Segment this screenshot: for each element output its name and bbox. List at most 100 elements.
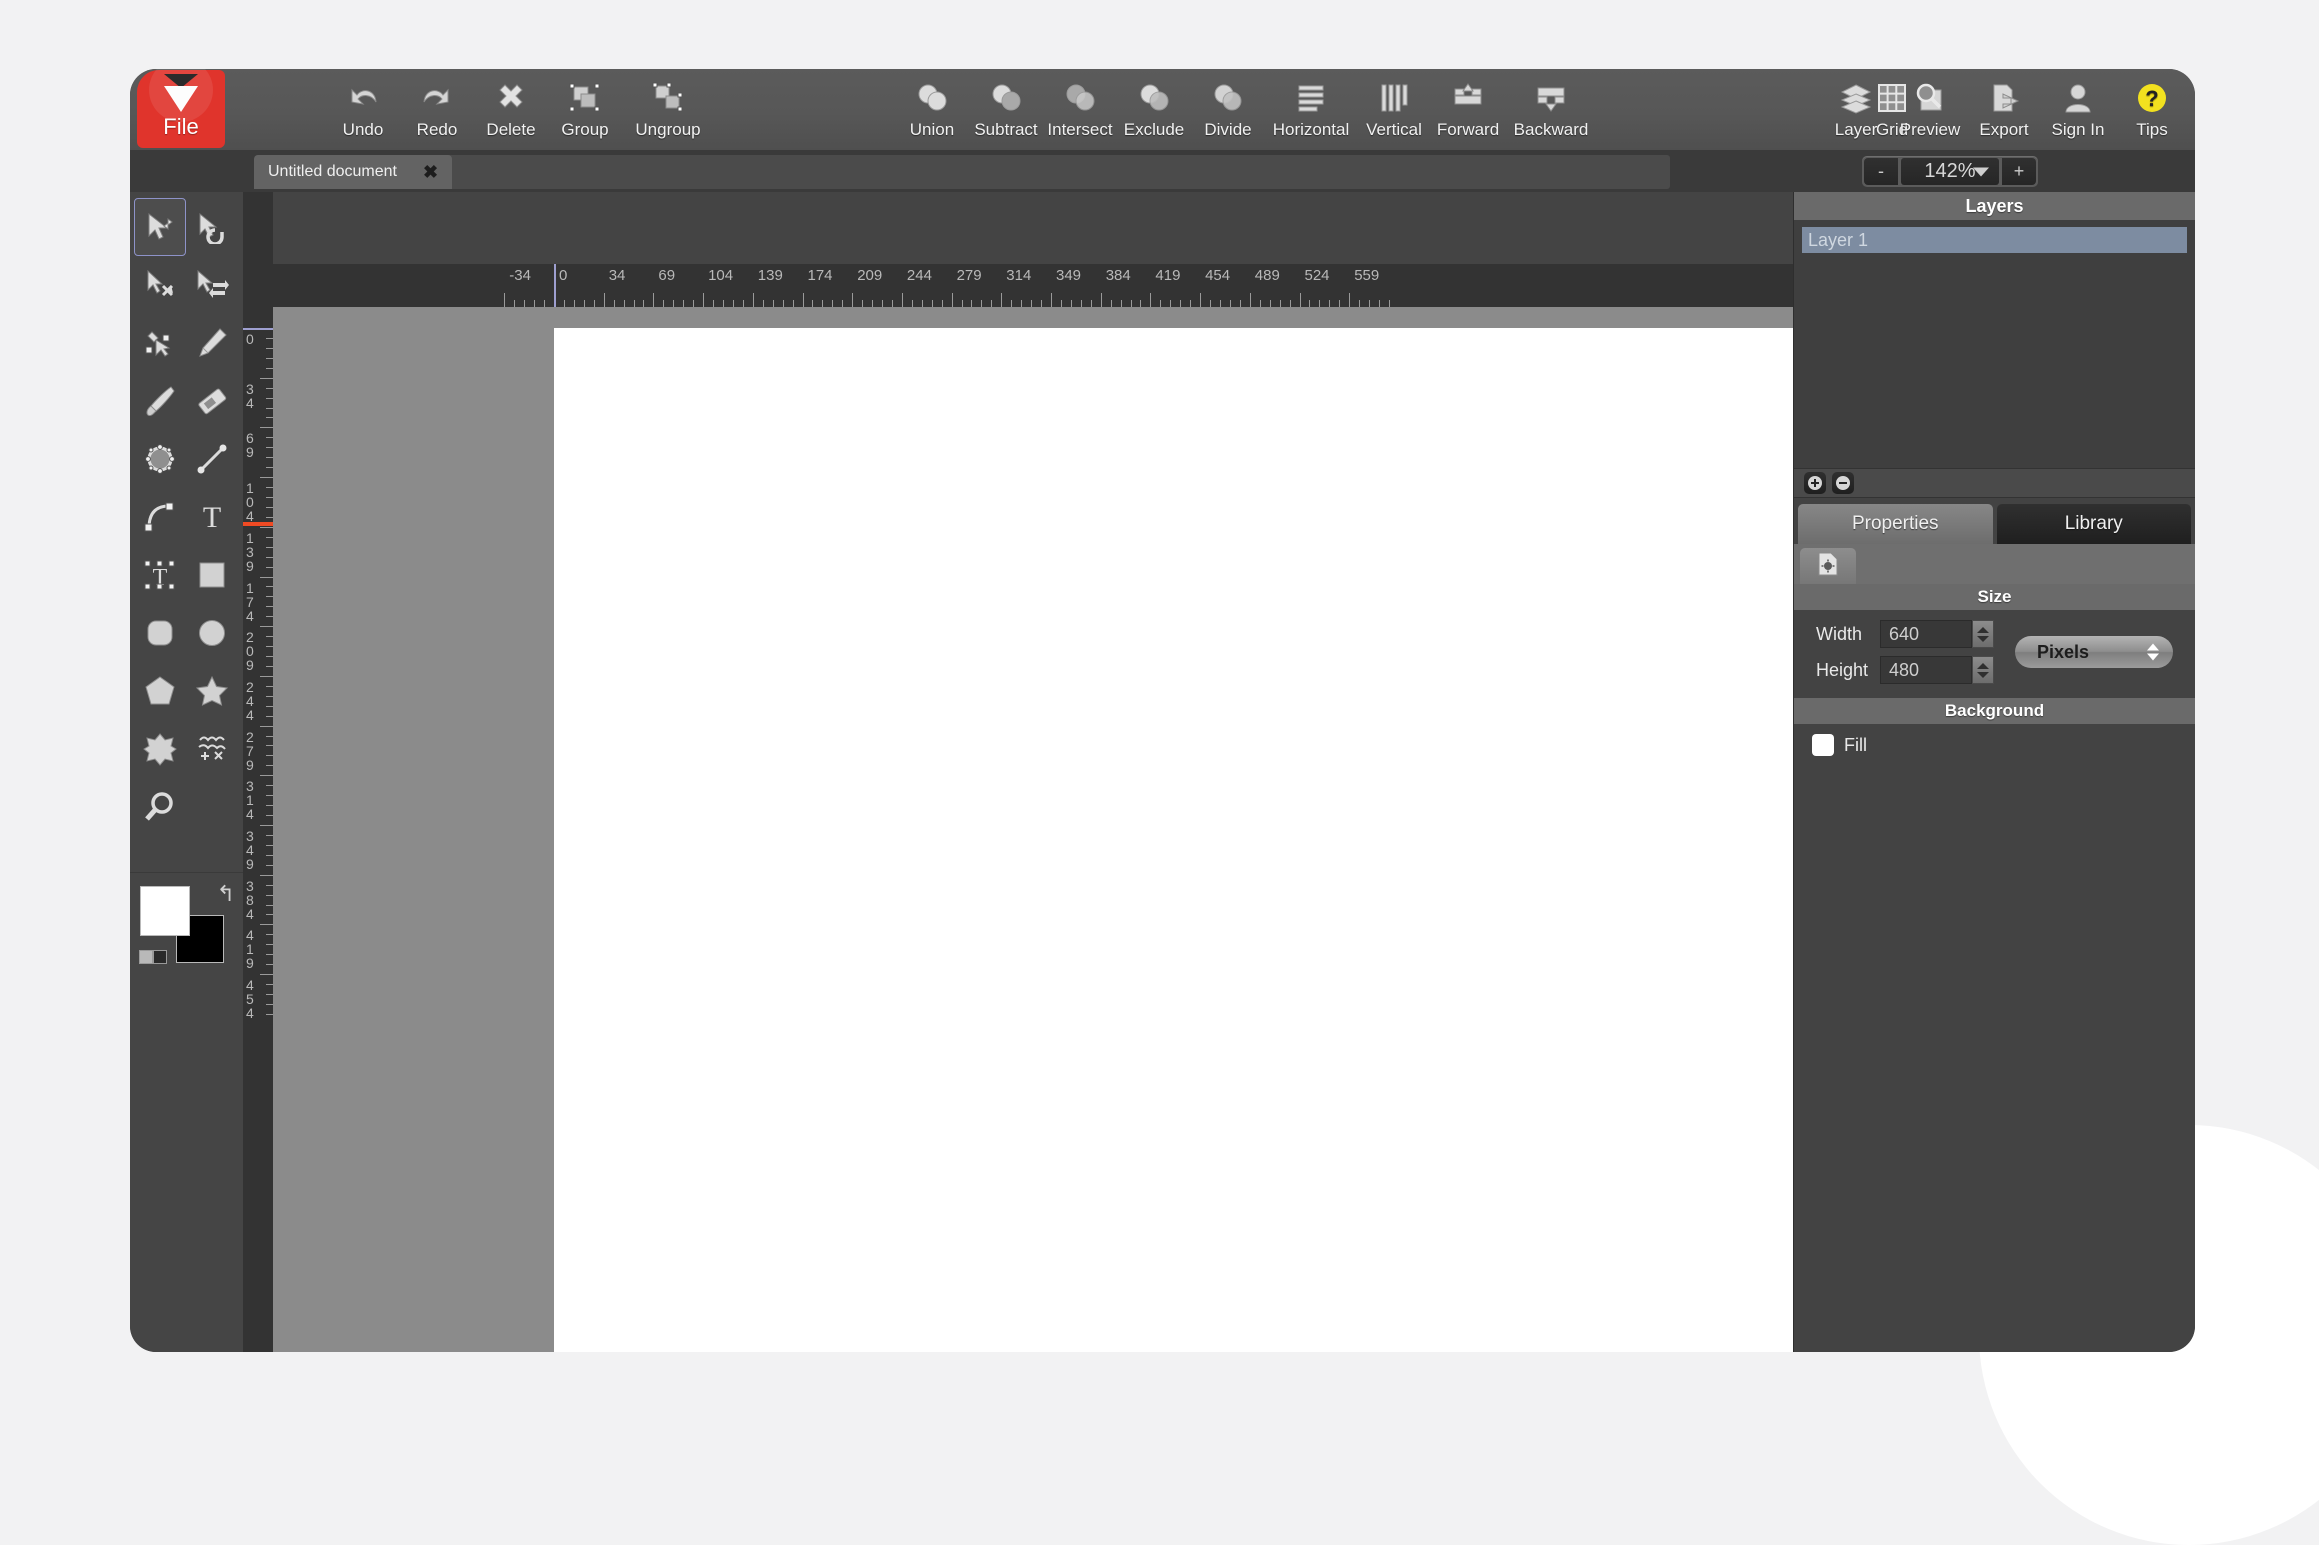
rotate-tool[interactable]	[186, 198, 238, 256]
curve-tool[interactable]	[134, 488, 186, 546]
ruler-minor-tick	[1061, 300, 1062, 307]
sign-in-button[interactable]: Sign In	[2041, 69, 2115, 151]
document-settings-subtab[interactable]	[1800, 548, 1856, 584]
ruler-minor-tick	[1031, 300, 1032, 307]
ruler-minor-tick	[1121, 300, 1122, 307]
ruler-label: 419	[1155, 267, 1180, 284]
width-input[interactable]: 640	[1880, 620, 1972, 648]
width-stepper[interactable]	[1972, 620, 1994, 648]
ruler-minor-tick	[266, 964, 273, 965]
ruler-minor-tick	[266, 646, 273, 647]
ruler-minor-tick	[713, 300, 714, 307]
layer-button[interactable]: Layer	[1819, 69, 1893, 151]
preview-button[interactable]: Preview	[1893, 69, 1967, 151]
flip-vertical-button[interactable]: Vertical	[1357, 69, 1431, 151]
ruler-minor-tick	[564, 300, 565, 307]
file-menu-button[interactable]: File	[137, 70, 225, 148]
ruler-minor-tick	[743, 300, 744, 307]
symbols-tool[interactable]	[186, 720, 238, 778]
ruler-tick	[852, 293, 853, 307]
ruler-label: 174	[246, 581, 262, 623]
star-tool[interactable]	[186, 662, 238, 720]
remove-layer-button[interactable]	[1832, 472, 1854, 494]
swap-colors-icon[interactable]: ↰	[217, 881, 235, 907]
redo-arrow-icon	[419, 78, 455, 118]
flip-horizontal-button[interactable]: Horizontal	[1265, 69, 1357, 151]
knot-tool[interactable]	[134, 430, 186, 488]
send-backward-button[interactable]: Backward	[1505, 69, 1597, 151]
magnifier-page-icon	[1913, 78, 1947, 118]
zoom-tool[interactable]	[134, 778, 186, 836]
ruler-minor-tick	[1290, 300, 1291, 307]
exclude-button[interactable]: Exclude	[1117, 69, 1191, 151]
unit-select[interactable]: Pixels	[2015, 636, 2173, 668]
ruler-tick	[803, 293, 804, 307]
scale-tool[interactable]	[134, 256, 186, 314]
artboard[interactable]	[554, 328, 1793, 1352]
text-tool[interactable]: T	[186, 488, 238, 546]
default-colors-icon[interactable]	[139, 950, 167, 964]
ruler-corner	[243, 192, 273, 264]
ungroup-button[interactable]: Ungroup	[622, 69, 714, 151]
ellipse-tool[interactable]	[186, 604, 238, 662]
undo-button[interactable]: Undo	[326, 69, 400, 151]
layer-toolbar	[1794, 468, 2195, 498]
flip-tool[interactable]	[186, 256, 238, 314]
flip-vertical-icon	[1377, 78, 1411, 118]
vertical-ruler[interactable]: 03469104139174209244279314349384419454	[243, 264, 273, 1352]
ruler-minor-tick	[266, 537, 273, 538]
list-item[interactable]: Layer 1	[1802, 227, 2187, 253]
ruler-minor-tick	[584, 300, 585, 307]
rounded-rectangle-tool[interactable]	[134, 604, 186, 662]
height-input[interactable]: 480	[1880, 656, 1972, 684]
eraser-tool[interactable]	[186, 372, 238, 430]
bring-forward-button[interactable]: Forward	[1431, 69, 1505, 151]
pencil-tool[interactable]	[186, 314, 238, 372]
union-button[interactable]: Union	[895, 69, 969, 151]
line-tool[interactable]	[186, 430, 238, 488]
send-backward-label: Backward	[1514, 120, 1589, 140]
brush-tool[interactable]	[134, 372, 186, 430]
ruler-minor-tick	[266, 447, 273, 448]
ruler-label: 104	[246, 481, 262, 523]
fill-checkbox[interactable]	[1812, 734, 1834, 756]
text-box-tool[interactable]: T	[134, 546, 186, 604]
zoom-out-button[interactable]: -	[1864, 158, 1898, 185]
chevron-down-icon[interactable]	[1973, 167, 1989, 176]
tab-library[interactable]: Library	[1997, 504, 2192, 544]
intersect-button[interactable]: Intersect	[1043, 69, 1117, 151]
ruler-minor-tick	[266, 905, 273, 906]
ruler-minor-tick	[812, 300, 813, 307]
tab-properties[interactable]: Properties	[1798, 504, 1993, 544]
tips-button[interactable]: ? Tips	[2115, 69, 2189, 151]
height-stepper[interactable]	[1972, 656, 1994, 684]
group-button[interactable]: Group	[548, 69, 622, 151]
document-tab[interactable]: Untitled document ✖	[254, 155, 452, 189]
ruler-label: 314	[1006, 267, 1031, 284]
redo-button[interactable]: Redo	[400, 69, 474, 151]
application-window: File Undo Redo Delete	[130, 69, 2195, 1352]
close-icon[interactable]: ✖	[423, 162, 438, 183]
delete-button[interactable]: Delete	[474, 69, 548, 151]
export-button[interactable]: Export	[1967, 69, 2041, 151]
divide-button[interactable]: Divide	[1191, 69, 1265, 151]
ruler-minor-tick	[1329, 300, 1330, 307]
select-move-tool[interactable]	[134, 198, 186, 256]
polygon-tool[interactable]	[134, 662, 186, 720]
ruler-tick	[1051, 293, 1052, 307]
horizontal-ruler[interactable]: -340346910413917420924427931434938441945…	[273, 264, 1793, 307]
add-layer-button[interactable]	[1804, 472, 1826, 494]
ruler-label: 174	[808, 267, 833, 284]
ruler-label: 69	[246, 431, 262, 459]
ruler-label: 0	[246, 332, 262, 346]
fill-color-swatch[interactable]	[140, 886, 190, 936]
zoom-level-display[interactable]: 142%	[1901, 158, 1999, 185]
ruler-minor-tick	[991, 300, 992, 307]
layers-list: Layer 1	[1794, 220, 2195, 468]
zoom-in-button[interactable]: +	[2002, 158, 2036, 185]
subtract-button[interactable]: Subtract	[969, 69, 1043, 151]
gear-shape-tool[interactable]	[134, 720, 186, 778]
node-edit-tool[interactable]	[134, 314, 186, 372]
canvas-workspace[interactable]	[273, 307, 1793, 1352]
rectangle-tool[interactable]	[186, 546, 238, 604]
